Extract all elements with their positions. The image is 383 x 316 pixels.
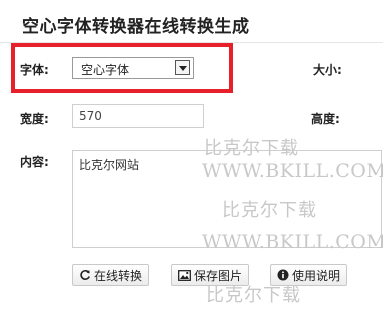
width-value: 570 <box>79 109 102 123</box>
convert-button[interactable]: 在线转换 <box>72 264 150 286</box>
highlight-box <box>11 43 233 93</box>
content-label: 内容: <box>20 155 49 169</box>
image-icon <box>178 269 191 281</box>
content-value: 比克尔网站 <box>79 158 140 172</box>
convert-button-label: 在线转换 <box>94 268 143 283</box>
content-textarea[interactable]: 比克尔网站 <box>72 150 382 248</box>
save-image-button-label: 保存图片 <box>194 268 243 283</box>
width-input[interactable]: 570 <box>72 104 204 128</box>
width-label: 宽度: <box>20 112 49 126</box>
help-button-label: 使用说明 <box>292 268 341 283</box>
height-label: 高度: <box>311 112 340 126</box>
converter-page: 空心字体转换器在线转换生成 字体: 空心字体 大小: 宽度: 570 高度: 内… <box>0 0 383 316</box>
info-icon <box>277 269 289 281</box>
save-image-button[interactable]: 保存图片 <box>171 264 250 286</box>
refresh-icon <box>80 269 90 280</box>
page-title: 空心字体转换器在线转换生成 <box>22 17 250 37</box>
help-button[interactable]: 使用说明 <box>270 264 348 286</box>
size-label: 大小: <box>313 63 342 77</box>
